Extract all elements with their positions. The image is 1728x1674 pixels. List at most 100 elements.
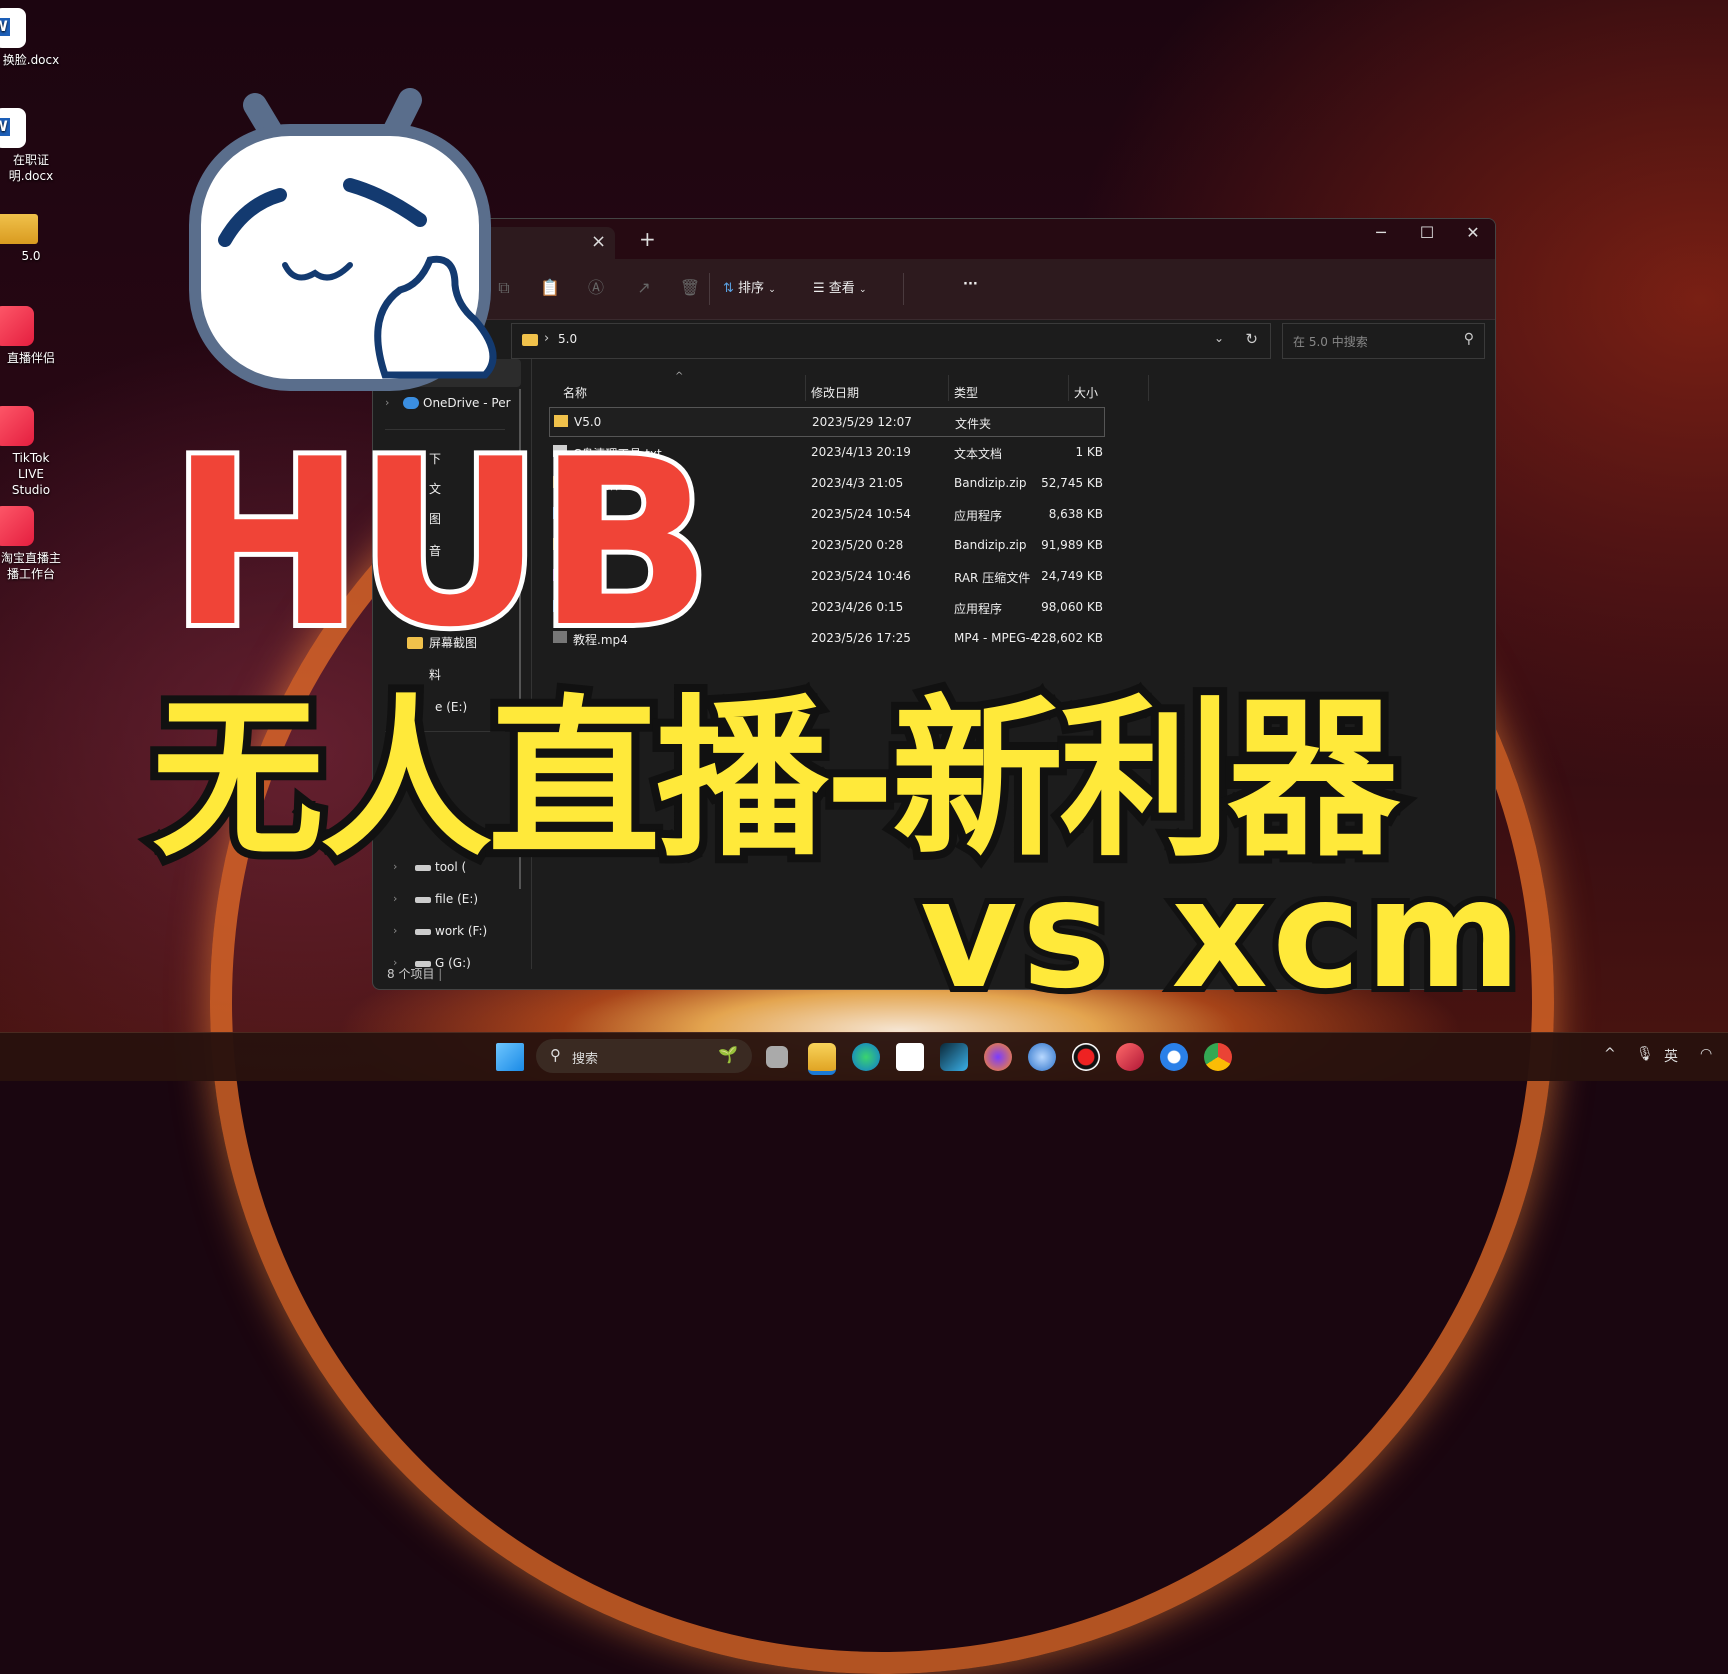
start-button[interactable] [496,1043,524,1071]
chevron-right-icon[interactable]: › [393,917,397,945]
more-options-button[interactable]: ··· [963,277,978,292]
file-size: 8,638 KB [1048,507,1103,521]
app-q-icon[interactable] [1160,1043,1188,1071]
refresh-icon[interactable]: ↻ [1245,330,1258,348]
microphone-icon[interactable]: 🎙 [1636,1046,1654,1062]
search-placeholder: 在 5.0 中搜索 [1293,335,1368,349]
cloud-icon [403,397,419,409]
column-header-name[interactable]: 名称 [563,384,587,401]
input-method-indicator[interactable]: 英 [1664,1046,1678,1066]
file-type: 文本文档 [954,447,1003,461]
desktop-icon-taobao-live[interactable]: 淘宝直播主播工作台 [0,506,62,582]
paste-icon[interactable]: 📋 [539,277,561,299]
file-date: 2023/4/13 20:19 [811,445,911,459]
rename-icon[interactable]: Ⓐ [585,277,607,299]
wifi-icon[interactable]: ◠ [1700,1046,1712,1062]
column-separator[interactable] [1068,375,1069,401]
file-type: Bandizip.zip [954,538,1027,552]
desktop-icon-label: 淘宝直播主播工作台 [0,551,61,581]
column-separator[interactable] [805,375,806,401]
folder-icon [522,334,538,346]
file-size: 91,989 KB [1041,538,1103,552]
taskbar: ⚲ 搜索 🌱 ^ 🎙 英 ◠ [0,1032,1728,1081]
search-box[interactable]: 在 5.0 中搜索 ⚲ [1282,323,1485,359]
drive-icon [415,929,431,935]
view-label: 查看 [828,281,855,296]
status-bar: 8 个项目 | [387,967,443,981]
show-hidden-icons-chevron[interactable]: ^ [1604,1046,1616,1062]
desktop-icon-doc-2[interactable]: 在职证明.docx [0,108,62,184]
edge-icon[interactable] [852,1043,880,1071]
sprout-icon: 🌱 [718,1045,738,1064]
column-header-type[interactable]: 类型 [954,384,978,401]
file-date: 2023/5/24 10:46 [811,569,911,583]
address-bar[interactable]: › 5.0 ⌄ ↻ [511,323,1271,359]
app-red-icon[interactable] [1116,1043,1144,1071]
sort-label: 排序 [738,281,765,296]
file-explorer-taskbar-icon[interactable] [808,1043,836,1075]
sidebar-item-drive-work[interactable]: › work (F:) [373,917,521,945]
sidebar-item-drive-file[interactable]: › file (E:) [373,885,521,913]
file-date: 2023/4/3 21:05 [811,476,904,490]
breadcrumb-separator: › [544,331,550,346]
maximize-button[interactable]: ☐ [1407,223,1447,242]
firefox-icon[interactable] [984,1043,1012,1071]
breadcrumb-5-0[interactable]: 5.0 [558,332,577,346]
task-view-button[interactable] [766,1046,788,1068]
close-window-button[interactable]: ✕ [1453,223,1493,242]
title-bar: × + ─ ☐ ✕ [373,219,1495,259]
sort-button[interactable]: ⇅ 排序 ⌄ [723,277,776,296]
file-size: 24,749 KB [1041,569,1103,583]
desktop-icon-tiktok-live[interactable]: TikTok LIVE Studio [0,406,62,498]
folder-icon [0,214,38,244]
toolbar-divider [709,273,710,305]
command-bar: ⧉ 📋 Ⓐ ↗ 🗑 ⇅ 排序 ⌄ ☰ 查看 ⌄ ··· [373,259,1495,320]
desktop-icon-live-companion[interactable]: 直播伴侣 [0,306,62,366]
column-separator[interactable] [948,375,949,401]
file-type: 应用程序 [954,509,1003,523]
overlay-brand-title: HUB [165,411,718,678]
file-date: 2023/5/20 0:28 [811,538,904,552]
column-header-date[interactable]: 修改日期 [811,384,859,401]
file-type: 应用程序 [954,602,1003,616]
settings-app-icon[interactable] [1028,1043,1056,1071]
column-separator[interactable] [1148,375,1149,401]
file-date: 2023/4/26 0:15 [811,600,904,614]
close-tab-icon[interactable]: × [591,231,606,252]
drive-icon [415,897,431,903]
desktop-icon-label: 5.0 [21,249,41,263]
file-size: 98,060 KB [1041,600,1103,614]
microsoft-store-icon[interactable] [896,1043,924,1071]
column-header-size[interactable]: 大小 [1074,384,1098,401]
taobao-live-app-icon [0,506,34,546]
overlay-slogan: 无人直播-新利器 [144,679,1407,880]
new-tab-button[interactable]: + [639,227,656,251]
taskbar-search[interactable]: ⚲ 搜索 🌱 [536,1039,752,1073]
file-date: 2023/5/29 12:07 [812,415,912,429]
chevron-right-icon[interactable]: › [393,885,397,913]
toolbar-divider [903,273,904,305]
address-history-chevron-icon[interactable]: ⌄ [1214,331,1224,345]
bilibili-tv-mascot [189,88,497,391]
delete-icon[interactable]: 🗑 [679,277,701,299]
sort-icon: ⇅ [723,281,739,296]
file-size: 52,745 KB [1041,476,1103,490]
sidebar-item-label: file (E:) [435,892,479,906]
chrome-icon[interactable] [1204,1043,1232,1071]
word-doc-icon [0,108,26,148]
desktop-icon-label: 换脸.docx [2,53,60,67]
desktop-icon-doc-1[interactable]: 换脸.docx [0,8,62,68]
app-icon[interactable] [940,1043,968,1071]
taskbar-search-label: 搜索 [572,1052,599,1067]
minimize-button[interactable]: ─ [1361,223,1401,242]
word-doc-icon [0,8,26,48]
share-icon[interactable]: ↗ [633,277,655,299]
file-date: 2023/5/26 17:25 [811,631,911,645]
desktop-icon-folder[interactable]: 5.0 [0,206,62,264]
view-button[interactable]: ☰ 查看 ⌄ [813,277,867,296]
obs-icon[interactable] [1072,1043,1100,1071]
item-count: 8 个项目 [387,967,435,981]
chevron-down-icon: ⌄ [858,285,867,295]
sidebar-item-label: work (F:) [435,924,488,938]
sort-ascending-icon: ^ [675,371,684,382]
